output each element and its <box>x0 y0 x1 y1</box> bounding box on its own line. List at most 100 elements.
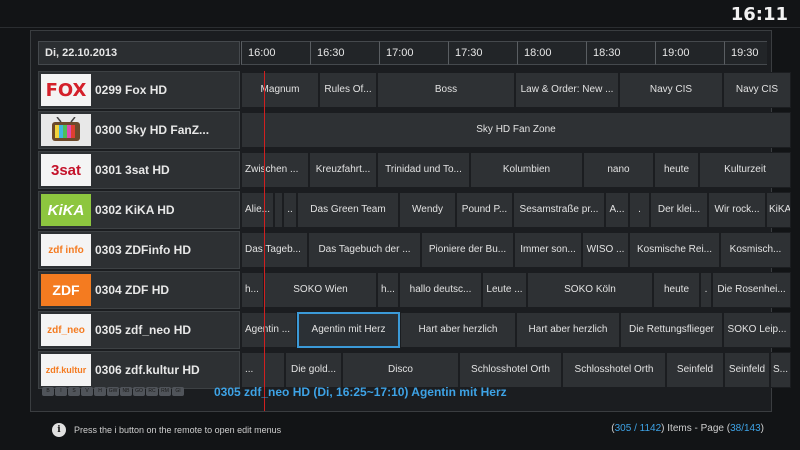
program-cell[interactable]: Wendy <box>399 192 456 228</box>
footer: i Press the i button on the remote to op… <box>30 413 772 445</box>
channel-name: 0303 ZDFinfo HD <box>95 243 192 257</box>
channel-info[interactable]: zdf_neo 0305 zdf_neo HD <box>38 311 240 349</box>
time-slot-1630: 16:30 <box>310 41 379 65</box>
program-cell[interactable]: Kulturzeit <box>699 152 791 188</box>
channel-row-zdfneo[interactable]: zdf_neo 0305 zdf_neo HD Agentin ... Agen… <box>38 311 791 349</box>
key-v-icon[interactable]: V <box>81 387 93 396</box>
program-cell[interactable]: A... <box>605 192 629 228</box>
current-time-line <box>264 71 265 411</box>
time-slot-1730: 17:30 <box>448 41 517 65</box>
key-b-icon[interactable]: B <box>42 387 54 396</box>
time-slot-1800: 18:00 <box>517 41 586 65</box>
channel-row-sky[interactable]: 0300 Sky HD FanZ... Sky HD Fan Zone <box>38 111 791 149</box>
program-cell[interactable]: Navy CIS <box>723 72 791 108</box>
program-cell[interactable]: Die Rosenhei... <box>712 272 791 308</box>
page-total: 143 <box>743 423 761 434</box>
program-cell[interactable]: Sky HD Fan Zone <box>241 112 791 148</box>
3sat-logo: 3sat <box>41 154 91 186</box>
channel-name: 0305 zdf_neo HD <box>95 323 192 337</box>
items-current: 305 <box>614 423 632 434</box>
program-cell[interactable]: nano <box>583 152 654 188</box>
program-cell[interactable]: Kreuzfahrt... <box>309 152 377 188</box>
program-cell[interactable]: Trinidad und To... <box>377 152 470 188</box>
program-cell[interactable]: Kosmisch... <box>720 232 791 268</box>
program-cell[interactable]: WISO ... <box>582 232 629 268</box>
channel-row-zdf[interactable]: ZDF 0304 ZDF HD h... SOKO Wien h... hall… <box>38 271 791 309</box>
key-go-icon[interactable]: GO <box>133 387 145 396</box>
channel-info[interactable]: ZDF 0304 ZDF HD <box>38 271 240 309</box>
program-cell[interactable]: Das Tagebuch der ... <box>308 232 421 268</box>
key-gi-icon[interactable]: GI <box>172 387 184 396</box>
zdfinfo-logo: zdf info <box>41 234 91 266</box>
program-cell[interactable]: Boss <box>377 72 515 108</box>
program-cell-selected[interactable]: Agentin mit Herz <box>297 312 400 348</box>
program-cell[interactable]: Wir rock... <box>708 192 766 228</box>
channel-name: 0301 3sat HD <box>95 163 170 177</box>
key-rm-icon[interactable]: RM <box>159 387 171 396</box>
zdfneo-logo: zdf_neo <box>41 314 91 346</box>
program-cell[interactable]: Law & Order: New ... <box>515 72 619 108</box>
color-key-buttons: B I S V H GW NB GO RC RM GI <box>42 387 184 396</box>
channel-row-zdfinfo[interactable]: zdf info 0303 ZDFinfo HD Das Tageb... Da… <box>38 231 791 269</box>
program-cell[interactable]: Leute ... <box>482 272 527 308</box>
channel-info[interactable]: 3sat 0301 3sat HD <box>38 151 240 189</box>
program-cell[interactable]: SOKO Köln <box>527 272 653 308</box>
program-cell[interactable]: Immer son... <box>514 232 582 268</box>
channel-info[interactable]: FOX 0299 Fox HD <box>38 71 240 109</box>
pagination: (305 / 1142) Items - Page (38/143) <box>611 423 764 434</box>
program-cell[interactable]: Hart aber herzlich <box>516 312 620 348</box>
program-cell[interactable] <box>274 192 283 228</box>
program-cell[interactable]: Magnum <box>241 72 319 108</box>
program-cell[interactable]: Hart aber herzlich <box>400 312 516 348</box>
program-cell[interactable]: h... <box>377 272 399 308</box>
key-i-icon[interactable]: I <box>55 387 67 396</box>
program-cell[interactable]: Pioniere der Bu... <box>421 232 514 268</box>
program-cell[interactable]: Das Tageb... <box>241 232 308 268</box>
channel-row-kika[interactable]: KiKA 0302 KiKA HD Alie... .. Das Green T… <box>38 191 791 229</box>
key-rc-icon[interactable]: RC <box>146 387 158 396</box>
channel-name: 0300 Sky HD FanZ... <box>95 123 210 137</box>
program-cell[interactable]: heute <box>654 152 699 188</box>
key-nb-icon[interactable]: NB <box>120 387 132 396</box>
program-cell[interactable]: Sesamstraße pr... <box>513 192 605 228</box>
tv-icon <box>41 114 91 146</box>
channel-info[interactable]: zdf info 0303 ZDFinfo HD <box>38 231 240 269</box>
program-cell[interactable]: . <box>629 192 650 228</box>
program-cell[interactable]: Kosmische Rei... <box>629 232 720 268</box>
key-h-icon[interactable]: H <box>94 387 106 396</box>
program-cell[interactable]: .. <box>283 192 297 228</box>
program-cell[interactable]: Pound P... <box>456 192 513 228</box>
program-cell[interactable]: h... <box>241 272 264 308</box>
program-cell[interactable]: SOKO Leip... <box>723 312 791 348</box>
channel-row-fox[interactable]: FOX 0299 Fox HD Magnum Rules Of... Boss … <box>38 71 791 109</box>
program-cell[interactable]: Das Green Team <box>297 192 399 228</box>
channel-row-3sat[interactable]: 3sat 0301 3sat HD Zwischen ... Kreuzfahr… <box>38 151 791 189</box>
top-divider <box>0 27 800 28</box>
program-cell[interactable]: Agentin ... <box>241 312 297 348</box>
program-cell[interactable]: Die Rettungsflieger <box>620 312 723 348</box>
program-list: Alie... .. Das Green Team Wendy Pound P.… <box>241 191 791 229</box>
program-cell[interactable]: Kolumbien <box>470 152 583 188</box>
selected-program-text: 0305 zdf_neo HD (Di, 16:25~17:10) Agenti… <box>214 385 507 399</box>
program-list: Zwischen ... Kreuzfahrt... Trinidad und … <box>241 151 791 189</box>
program-cell[interactable]: Rules Of... <box>319 72 377 108</box>
info-icon: i <box>52 423 66 437</box>
key-s-icon[interactable]: S <box>68 387 80 396</box>
program-cell[interactable]: . <box>700 272 712 308</box>
program-list: Magnum Rules Of... Boss Law & Order: New… <box>241 71 791 109</box>
program-list: Das Tageb... Das Tagebuch der ... Pionie… <box>241 231 791 269</box>
program-cell[interactable]: hallo deutsc... <box>399 272 482 308</box>
program-cell[interactable]: Alie... <box>241 192 274 228</box>
program-cell[interactable]: Zwischen ... <box>241 152 309 188</box>
program-cell[interactable]: Der klei... <box>650 192 708 228</box>
program-cell[interactable]: heute <box>653 272 700 308</box>
program-cell[interactable]: KiKA <box>766 192 791 228</box>
program-cell[interactable]: Navy CIS <box>619 72 723 108</box>
channel-info[interactable]: 0300 Sky HD FanZ... <box>38 111 240 149</box>
timeline-header: Di, 22.10.2013 16:00 16:30 17:00 17:30 1… <box>38 41 791 65</box>
epg-panel: Di, 22.10.2013 16:00 16:30 17:00 17:30 1… <box>30 30 791 412</box>
program-cell[interactable]: SOKO Wien <box>264 272 377 308</box>
channel-info[interactable]: KiKA 0302 KiKA HD <box>38 191 240 229</box>
key-gw-icon[interactable]: GW <box>107 387 119 396</box>
fox-logo: FOX <box>41 74 91 106</box>
